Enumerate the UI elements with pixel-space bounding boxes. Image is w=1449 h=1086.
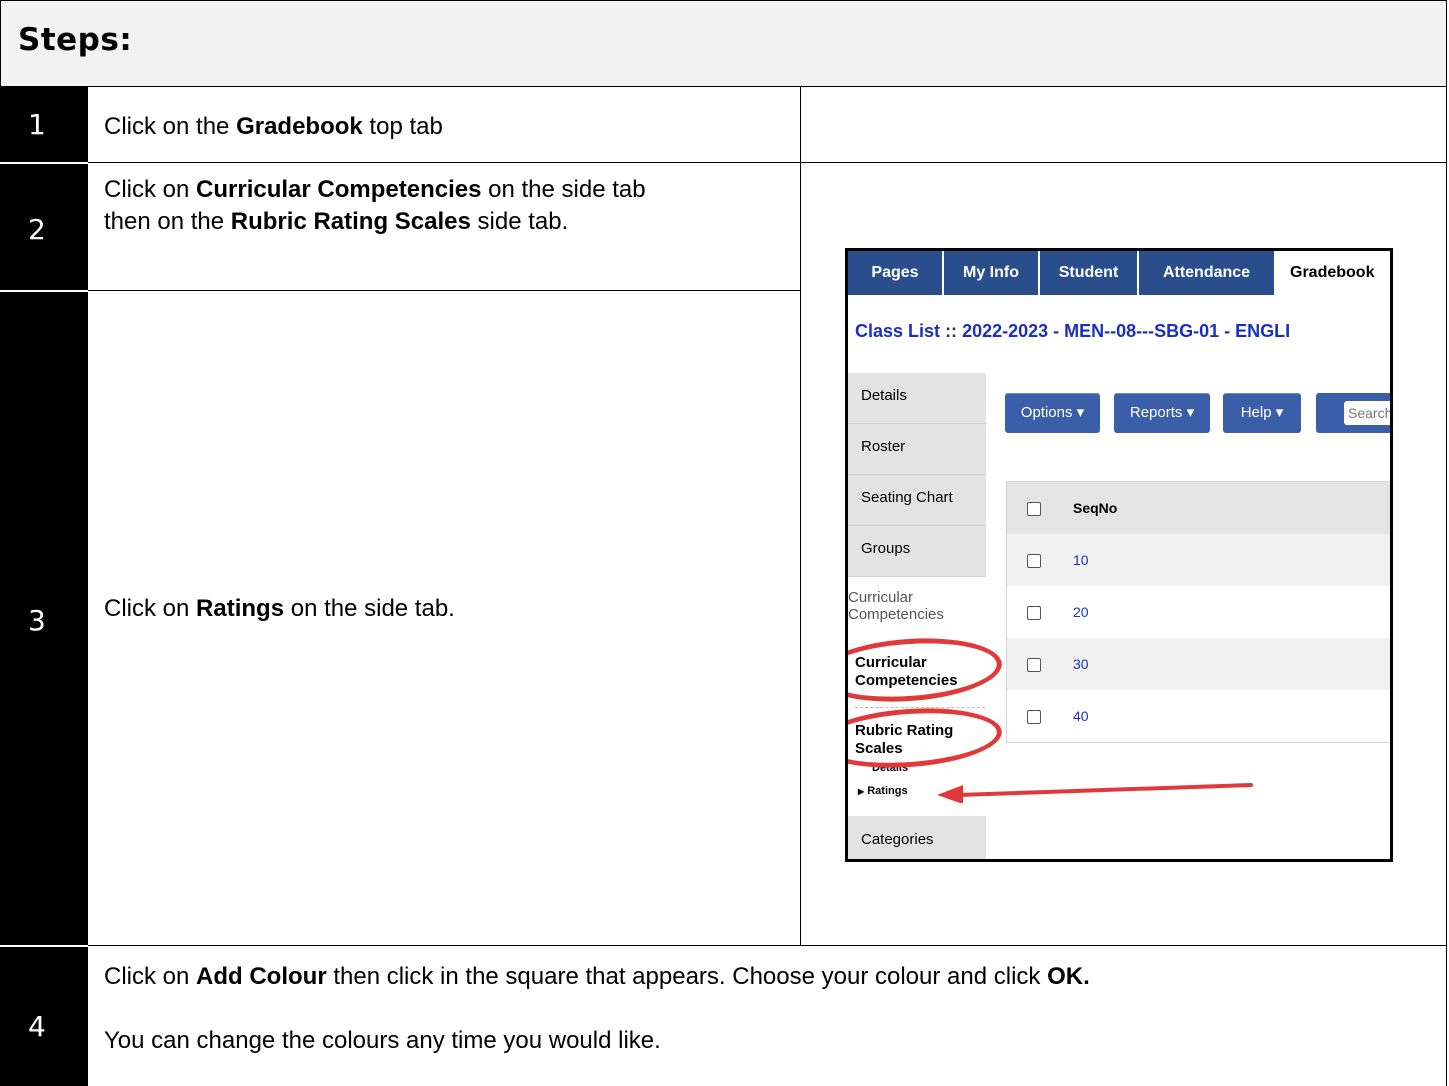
nav-tab-gradebook[interactable]: Gradebook bbox=[1276, 251, 1390, 295]
reports-button[interactable]: Reports ▾ bbox=[1114, 393, 1210, 433]
row-checkbox[interactable] bbox=[1027, 658, 1041, 672]
side-tab-curricular-group[interactable]: Curricular Competencies bbox=[848, 589, 978, 623]
column-divider bbox=[800, 87, 801, 945]
table-row: 10 bbox=[1007, 534, 1390, 586]
row-divider bbox=[88, 162, 1447, 163]
help-button[interactable]: Help ▾ bbox=[1223, 393, 1301, 433]
step-number-1: 1 bbox=[28, 108, 46, 141]
row-checkbox[interactable] bbox=[1027, 554, 1041, 568]
seqno-link[interactable]: 40 bbox=[1073, 708, 1089, 724]
seqno-link[interactable]: 20 bbox=[1073, 604, 1089, 620]
triangle-right-icon: ▶ bbox=[858, 787, 865, 796]
class-list-heading: Class List :: 2022-2023 - MEN--08---SBG-… bbox=[855, 321, 1291, 341]
caret-down-icon: ▾ bbox=[1186, 404, 1195, 421]
side-tab-categories[interactable]: Categories bbox=[848, 816, 986, 859]
step-1-text: Click on the Gradebook top tab bbox=[104, 113, 443, 140]
nav-tab-my-info[interactable]: My Info bbox=[944, 251, 1040, 295]
search-box[interactable]: Search bbox=[1316, 393, 1390, 433]
steps-title: Steps: bbox=[18, 22, 133, 58]
seqno-column-header[interactable]: SeqNo bbox=[1073, 500, 1117, 516]
step-3-text: Click on Ratings on the side tab. bbox=[104, 595, 455, 622]
seqno-grid: SeqNo 10 20 30 40 bbox=[1006, 481, 1390, 743]
options-button[interactable]: Options ▾ bbox=[1005, 393, 1100, 433]
right-border bbox=[1446, 87, 1447, 1086]
step-divider bbox=[0, 290, 88, 292]
step-4-text: Click on Add Colour then click in the sq… bbox=[104, 963, 1090, 990]
search-input[interactable]: Search bbox=[1344, 401, 1390, 425]
row-divider bbox=[88, 945, 1447, 946]
step-2-text: Click on Curricular Competencies on the … bbox=[104, 176, 646, 235]
gradebook-screenshot: Pages My Info Student Attendance Gradebo… bbox=[845, 248, 1393, 862]
table-row: 20 bbox=[1007, 586, 1390, 638]
arrow-pointer bbox=[937, 783, 1253, 803]
table-row: 30 bbox=[1007, 638, 1390, 690]
step-divider bbox=[0, 162, 88, 164]
step-number-4: 4 bbox=[28, 1010, 46, 1043]
step-number-3: 3 bbox=[28, 604, 46, 637]
nav-tab-attendance[interactable]: Attendance bbox=[1139, 251, 1276, 295]
step-4-note: You can change the colours any time you … bbox=[104, 1027, 661, 1054]
select-all-checkbox[interactable] bbox=[1027, 502, 1041, 516]
nav-tab-student[interactable]: Student bbox=[1040, 251, 1139, 295]
row-checkbox[interactable] bbox=[1027, 710, 1041, 724]
side-subtab-ratings[interactable]: ▶ Ratings bbox=[858, 785, 908, 797]
side-tab-seating-chart[interactable]: Seating Chart bbox=[848, 475, 986, 526]
nav-tab-pages[interactable]: Pages bbox=[848, 251, 944, 295]
row-checkbox[interactable] bbox=[1027, 606, 1041, 620]
side-tab-details[interactable]: Details bbox=[848, 373, 986, 424]
seqno-link[interactable]: 30 bbox=[1073, 656, 1089, 672]
row-divider bbox=[88, 290, 800, 291]
side-tab-roster[interactable]: Roster bbox=[848, 424, 986, 475]
step-divider bbox=[0, 945, 88, 947]
side-tab-groups[interactable]: Groups bbox=[848, 526, 986, 577]
caret-down-icon: ▾ bbox=[1076, 404, 1085, 421]
highlight-oval-curricular bbox=[848, 632, 1004, 708]
caret-down-icon: ▾ bbox=[1275, 404, 1284, 421]
grid-header-row: SeqNo bbox=[1007, 482, 1390, 534]
steps-header bbox=[0, 0, 1447, 87]
table-row: 40 bbox=[1007, 690, 1390, 742]
highlight-oval-rubric bbox=[848, 702, 1004, 774]
step-number-2: 2 bbox=[28, 213, 46, 246]
seqno-link[interactable]: 10 bbox=[1073, 552, 1089, 568]
